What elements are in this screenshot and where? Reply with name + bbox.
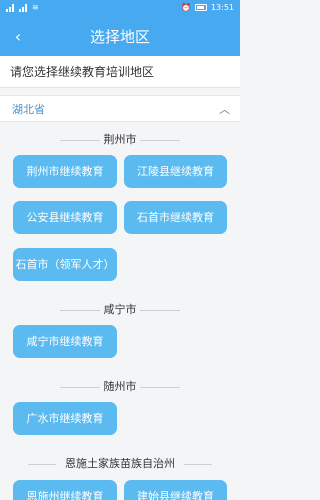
city-name: 随州市 xyxy=(103,380,137,393)
title-bar: 选择地区 ‹ xyxy=(0,18,240,56)
region-button[interactable]: 荆州市继续教育 xyxy=(13,155,117,188)
back-arrow-icon[interactable]: ‹ xyxy=(8,27,28,47)
region-button[interactable]: 建始县继续教育 xyxy=(124,480,227,500)
city-header-suizhou: 随州市 xyxy=(0,380,240,394)
signal-icon xyxy=(19,4,29,12)
signal-icon xyxy=(6,4,16,12)
battery-icon xyxy=(194,4,207,11)
city-header-enshi: 恩施土家族苗族自治州 xyxy=(0,457,240,471)
city-header-jingzhou: 荆州市 xyxy=(0,133,240,147)
region-button[interactable]: 公安县继续教育 xyxy=(13,201,117,234)
region-button[interactable]: 江陵县继续教育 xyxy=(124,155,227,188)
alarm-icon: ⏰ xyxy=(180,3,191,12)
region-button[interactable]: 石首市继续教育 xyxy=(124,201,227,234)
chevron-up-icon[interactable]: ︿ xyxy=(219,96,230,123)
city-header-xianning: 咸宁市 xyxy=(0,303,240,317)
status-time: 13:51 xyxy=(210,3,234,12)
divider xyxy=(140,140,180,141)
region-button[interactable]: 咸宁市继续教育 xyxy=(13,325,117,358)
divider xyxy=(140,310,180,311)
status-bar: ≋ ⏰ 13:51 xyxy=(0,0,240,18)
province-name: 湖北省 xyxy=(12,103,45,116)
instruction-text: 请您选择继续教育培训地区 xyxy=(0,56,240,88)
divider xyxy=(140,387,180,388)
page-title: 选择地区 xyxy=(89,28,150,46)
province-header[interactable]: 湖北省 ︿ xyxy=(0,95,240,122)
region-button[interactable]: 恩施州继续教育 xyxy=(13,480,117,500)
city-name: 荆州市 xyxy=(103,133,137,146)
divider xyxy=(184,464,212,465)
signal-indicators: ≋ xyxy=(6,4,39,12)
region-button[interactable]: 广水市继续教育 xyxy=(13,402,117,435)
city-name: 咸宁市 xyxy=(103,303,137,316)
wifi-icon: ≋ xyxy=(32,3,39,12)
status-right: ⏰ 13:51 xyxy=(181,3,234,12)
region-button[interactable]: 石首市（领军人才） xyxy=(13,248,117,281)
